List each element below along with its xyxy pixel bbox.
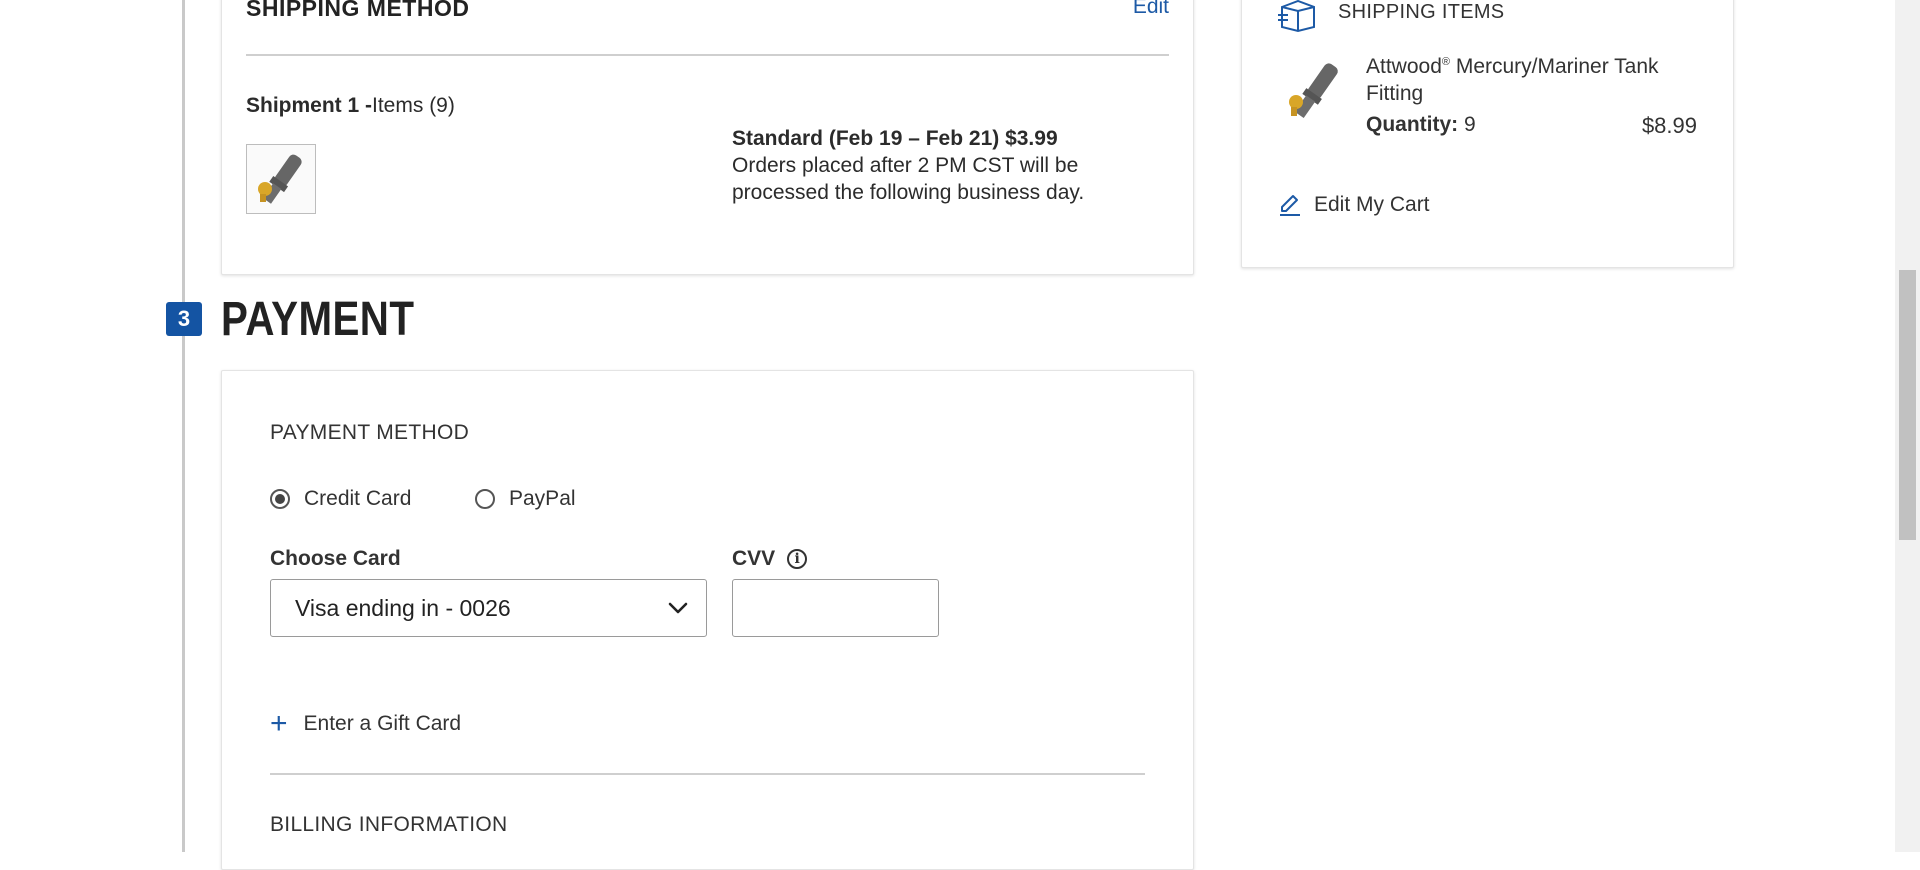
cvv-input[interactable] (732, 579, 939, 637)
billing-information-title: BILLING INFORMATION (270, 813, 508, 836)
divider (270, 773, 1145, 775)
step-number-badge: 3 (166, 302, 202, 336)
payment-card: PAYMENT METHOD Credit Card PayPal Choose… (221, 370, 1194, 870)
paypal-radio-option[interactable]: PayPal (475, 487, 576, 511)
credit-card-label: Credit Card (304, 487, 412, 510)
payment-method-title: PAYMENT METHOD (270, 421, 470, 444)
item-name[interactable]: Attwood® Mercury/Mariner Tank Fitting (1366, 49, 1686, 107)
credit-card-radio-option[interactable]: Credit Card (270, 487, 411, 511)
quantity-label: Quantity: (1366, 113, 1459, 136)
choose-card-label: Choose Card (270, 547, 401, 570)
choose-card-select[interactable]: Visa ending in - 0026 (270, 579, 707, 637)
cvv-label: CVV (732, 547, 776, 570)
shipping-option-note: Orders placed after 2 PM CST will be pro… (732, 154, 1085, 204)
enter-gift-card-link[interactable]: + Enter a Gift Card (270, 709, 461, 739)
cvv-label-group: CVV i (732, 547, 808, 571)
item-price: $8.99 (1641, 113, 1697, 138)
registered-mark: ® (1441, 56, 1450, 68)
chevron-down-icon (668, 602, 688, 614)
shipping-box-icon (1278, 0, 1315, 33)
plus-icon: + (270, 707, 288, 740)
radio-icon[interactable] (270, 489, 290, 509)
edit-my-cart-label: Edit My Cart (1314, 193, 1430, 216)
shipping-option-title: Standard (Feb 19 – Feb 21) $3.99 (732, 127, 1058, 150)
quantity-value: 9 (1464, 113, 1476, 136)
selected-card: Visa ending in - 0026 (295, 594, 511, 621)
edit-shipping-link[interactable]: Edit (1133, 0, 1169, 19)
gift-card-label: Enter a Gift Card (303, 712, 462, 735)
shipping-option: Standard (Feb 19 – Feb 21) $3.99 Orders … (732, 125, 1152, 206)
page-scrollbar[interactable] (1895, 0, 1920, 852)
product-thumbnail[interactable] (246, 144, 316, 214)
shipment-items-count: Items (9) (372, 94, 455, 117)
tank-fitting-image (258, 154, 302, 204)
info-icon[interactable]: i (787, 549, 808, 569)
edit-my-cart-link[interactable]: Edit My Cart (1278, 193, 1430, 217)
shipping-items-card: SHIPPING ITEMS Attwood® Mercury/Mariner … (1241, 0, 1734, 268)
item-quantity: Quantity: 9 (1366, 113, 1476, 137)
tank-fitting-image[interactable] (1278, 56, 1350, 128)
radio-icon[interactable] (475, 489, 495, 509)
item-name-brand: Attwood (1366, 55, 1442, 78)
shipping-method-title: SHIPPING METHOD (246, 0, 470, 21)
divider (246, 54, 1169, 56)
shipping-items-title: SHIPPING ITEMS (1338, 1, 1505, 23)
checkout-timeline (182, 0, 185, 852)
payment-section-title: PAYMENT (221, 293, 415, 346)
pencil-icon (1280, 195, 1300, 216)
scrollbar-thumb[interactable] (1899, 270, 1916, 540)
shipment-label: Shipment 1 -Items (9) (246, 94, 455, 118)
shipment-number: Shipment 1 - (246, 94, 373, 117)
paypal-label: PayPal (509, 487, 576, 510)
shipping-method-card: SHIPPING METHOD Edit Shipment 1 -Items (… (221, 0, 1194, 275)
